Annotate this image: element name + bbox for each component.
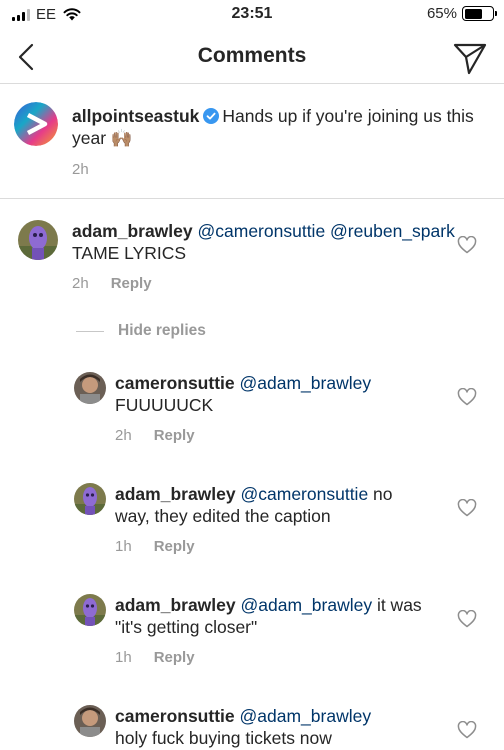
- avatar[interactable]: [18, 220, 58, 260]
- mention-link[interactable]: @cameronsuttie: [241, 484, 369, 504]
- comment-text: holy fuck buying tickets now: [115, 728, 332, 748]
- comment-username[interactable]: adam_brawley: [72, 221, 193, 241]
- heart-outline-icon: [457, 720, 477, 739]
- comment-timestamp: 1h: [115, 538, 132, 555]
- heart-outline-icon: [457, 498, 477, 517]
- mention-link[interactable]: @adam_brawley: [240, 373, 372, 393]
- reply-button[interactable]: Reply: [111, 275, 152, 292]
- like-button[interactable]: [457, 498, 477, 517]
- avatar[interactable]: [74, 594, 106, 626]
- page-title: Comments: [197, 44, 307, 67]
- like-button[interactable]: [457, 609, 477, 628]
- battery-icon: [462, 6, 497, 21]
- reply-comment: cameronsuttie @adam_brawley FUUUUUCK 2h …: [0, 362, 504, 472]
- heart-outline-icon: [457, 235, 477, 254]
- mention-link[interactable]: @cameronsuttie @reuben_spark: [198, 221, 455, 241]
- reply-comment: adam_brawley @adam_brawley it was "it's …: [0, 584, 504, 694]
- like-button[interactable]: [457, 387, 477, 406]
- like-button[interactable]: [457, 235, 477, 254]
- divider: [76, 330, 104, 332]
- like-button[interactable]: [457, 720, 477, 739]
- header-bar: Comments: [0, 30, 504, 84]
- reply-comment: cameronsuttie @adam_brawley holy fuck bu…: [0, 695, 504, 750]
- verified-badge-icon: [203, 108, 220, 124]
- avatar[interactable]: [74, 483, 106, 515]
- comment-text: TAME LYRICS: [72, 243, 187, 263]
- hide-replies-label: Hide replies: [118, 322, 206, 339]
- reply-button[interactable]: Reply: [154, 538, 195, 555]
- comment-username[interactable]: cameronsuttie: [115, 373, 235, 393]
- mention-link[interactable]: @adam_brawley: [240, 706, 372, 726]
- heart-outline-icon: [457, 609, 477, 628]
- heart-outline-icon: [457, 387, 477, 406]
- comment-username[interactable]: adam_brawley: [115, 595, 236, 615]
- avatar[interactable]: [14, 102, 58, 146]
- comment-timestamp: 2h: [72, 275, 89, 292]
- hide-replies-button[interactable]: Hide replies: [76, 322, 206, 340]
- comment-timestamp: 2h: [115, 427, 132, 444]
- battery-percent: 65%: [426, 5, 457, 22]
- mention-link[interactable]: @adam_brawley: [241, 595, 373, 615]
- avatar[interactable]: [74, 705, 106, 737]
- comment: adam_brawley @cameronsuttie @reuben_spar…: [0, 200, 504, 310]
- reply-button[interactable]: Reply: [154, 427, 195, 444]
- caption-username[interactable]: allpointseastuk: [72, 106, 199, 126]
- raising-hands-emoji: 🙌🏽: [110, 128, 133, 148]
- avatar[interactable]: [74, 372, 106, 404]
- reply-comment: adam_brawley @cameronsuttie no way, they…: [0, 473, 504, 583]
- comment-text: FUUUUUCK: [115, 395, 214, 415]
- paper-plane-icon: [453, 43, 487, 75]
- status-bar: EE 23:51 65%: [0, 0, 504, 30]
- caption-timestamp: 2h: [72, 161, 89, 178]
- share-button[interactable]: [452, 40, 488, 76]
- comment-username[interactable]: cameronsuttie: [115, 706, 235, 726]
- post-caption: allpointseastuk Hands up if you're joinin…: [0, 85, 504, 199]
- comment-username[interactable]: adam_brawley: [115, 484, 236, 504]
- reply-button[interactable]: Reply: [154, 649, 195, 666]
- comment-timestamp: 1h: [115, 649, 132, 666]
